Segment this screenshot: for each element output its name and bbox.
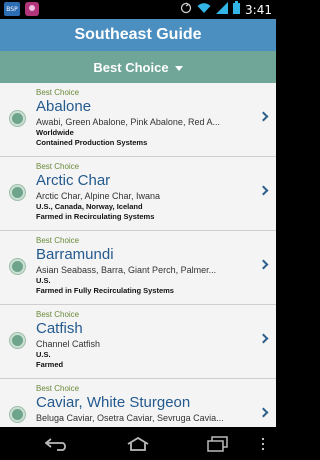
list-item[interactable]: Best Choice Abalone Awabi, Green Abalone… [0, 83, 276, 157]
rating-dot-icon [10, 407, 25, 422]
signal-icon [216, 1, 229, 19]
item-name: Abalone [36, 98, 92, 115]
item-rating: Best Choice [36, 310, 80, 319]
menu-button[interactable] [254, 433, 272, 455]
status-bar: BSP 3:41 [0, 0, 276, 19]
recent-apps-icon [207, 436, 228, 452]
system-nav-bar [0, 427, 276, 460]
item-rating: Best Choice [36, 384, 80, 393]
list-item[interactable]: Best Choice Catfish Channel Catfish U.S.… [0, 305, 276, 379]
chevron-right-icon [258, 407, 269, 418]
rating-dot-icon [10, 111, 25, 126]
back-icon [45, 438, 66, 451]
item-rating: Best Choice [36, 236, 80, 245]
menu-dots-icon [262, 438, 264, 450]
page-title: Southeast Guide [74, 26, 202, 43]
item-aliases: Awabi, Green Abalone, Pink Abalone, Red … [36, 117, 220, 127]
item-name: Barramundi [36, 246, 114, 263]
rating-dot-icon [10, 259, 25, 274]
battery-icon [233, 0, 241, 19]
notification-app-icon: BSP [4, 2, 20, 16]
item-method: Farmed in Recirculating Systems [36, 212, 155, 221]
rating-dot-icon [10, 333, 25, 348]
chevron-right-icon [258, 259, 269, 270]
wifi-icon [197, 1, 211, 19]
item-method: Farmed [36, 360, 64, 369]
item-rating: Best Choice [36, 162, 80, 171]
item-origin: U.S. [36, 350, 51, 359]
list-item[interactable]: Best Choice Caviar, White Sturgeon Belug… [0, 379, 276, 427]
item-origin: U.S., Canada, Norway, Iceland [36, 202, 143, 211]
list-item[interactable]: Best Choice Barramundi Asian Seabass, Ba… [0, 231, 276, 305]
item-method: Farmed in Fully Recirculating Systems [36, 286, 174, 295]
chevron-right-icon [258, 111, 269, 122]
item-rating: Best Choice [36, 88, 80, 97]
item-name: Caviar, White Sturgeon [36, 394, 191, 411]
chevron-right-icon [258, 333, 269, 344]
list-item[interactable]: Best Choice Arctic Char Arctic Char, Alp… [0, 157, 276, 231]
rating-dot-icon [10, 185, 25, 200]
item-aliases: Beluga Caviar, Osetra Caviar, Sevruga Ca… [36, 413, 224, 423]
item-aliases: Channel Catfish [36, 339, 101, 349]
home-button[interactable] [118, 433, 158, 455]
item-origin: Worldwide [36, 128, 74, 137]
item-aliases: Asian Seabass, Barra, Giant Perch, Palme… [36, 265, 217, 275]
item-origin: U.S. [36, 276, 51, 285]
item-name: Catfish [36, 320, 83, 337]
app-header: Southeast Guide [0, 19, 276, 51]
sync-icon [180, 1, 192, 19]
rating-filter-dropdown[interactable]: Best Choice [0, 51, 276, 83]
recent-apps-button[interactable] [198, 433, 238, 455]
filter-label: Best Choice [93, 59, 169, 75]
item-method: Contained Production Systems [36, 138, 148, 147]
item-name: Arctic Char [36, 172, 111, 189]
photo-app-icon [25, 2, 39, 16]
item-aliases: Arctic Char, Alpine Char, Iwana [36, 191, 161, 201]
seafood-list[interactable]: Best Choice Abalone Awabi, Green Abalone… [0, 83, 276, 427]
chevron-right-icon [258, 185, 269, 196]
chevron-down-icon [174, 65, 183, 71]
back-button[interactable] [38, 433, 78, 455]
home-icon [127, 437, 149, 451]
status-time: 3:41 [245, 2, 272, 17]
